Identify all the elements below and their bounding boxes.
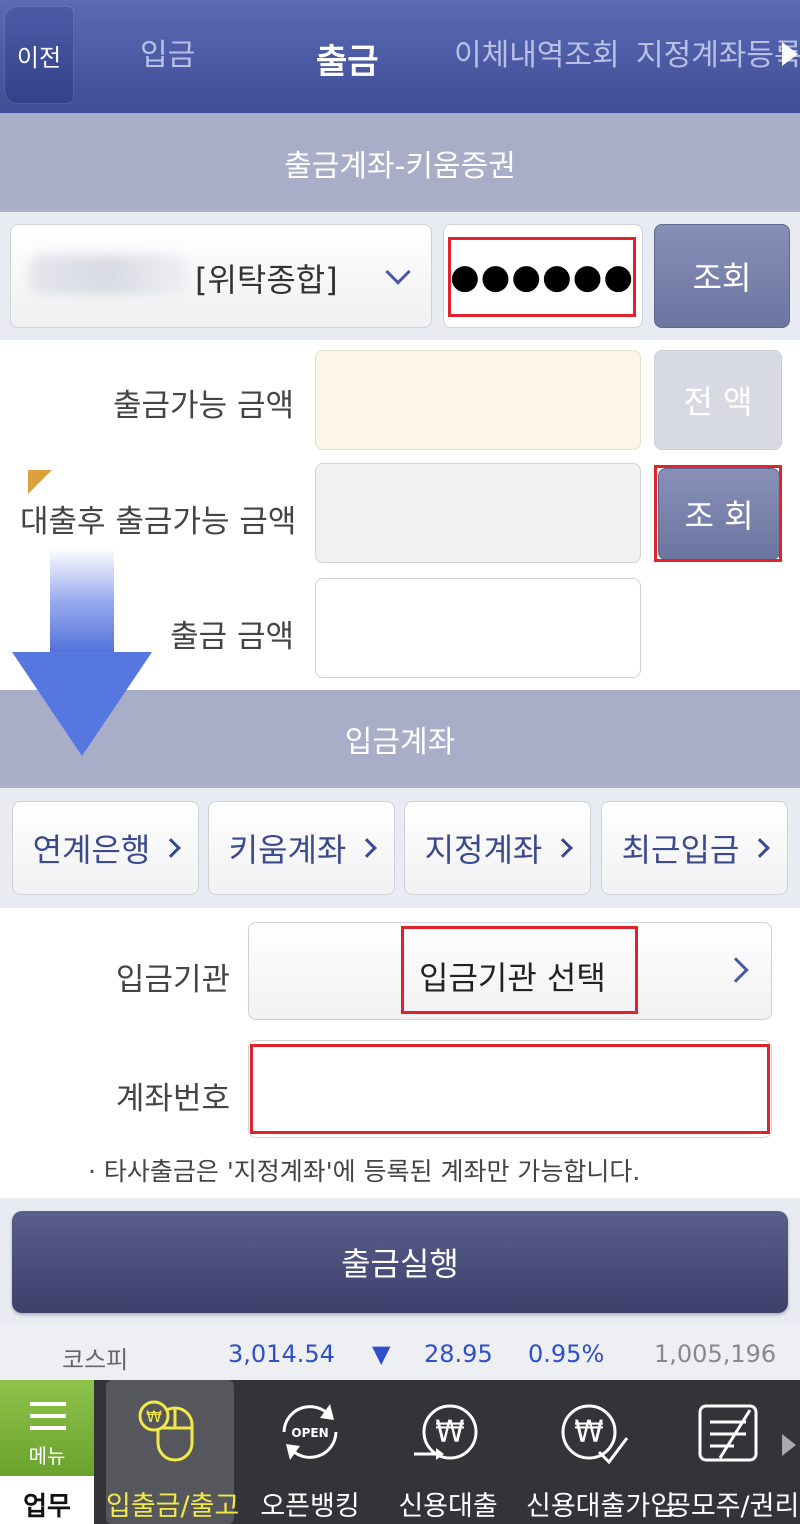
after-loan-amount-label: 대출후 출금가능 금액 — [20, 504, 297, 540]
mouse-won-icon: ₩ — [138, 1400, 194, 1462]
password-field[interactable]: ●●●●●● — [443, 224, 643, 328]
chevron-right-icon — [357, 838, 378, 858]
after-loan-amount-field — [315, 463, 641, 563]
bottom-item-label: 오픈뱅킹 — [260, 1491, 360, 1522]
tab-linked-bank-label: 연계은행 — [32, 831, 151, 869]
account-number-highlight — [250, 1044, 770, 1134]
bottom-item-ipo-rights[interactable]: 공모주/권리 — [666, 1380, 800, 1524]
chevron-right-icon — [723, 957, 749, 983]
withdraw-account-header: 출금계좌-키움증권 — [0, 113, 800, 212]
ticker-value: 3,014.54 — [228, 1340, 335, 1368]
bottom-item-deposit-withdraw[interactable]: ₩ 입출금/출고 — [106, 1380, 240, 1524]
institution-highlight — [401, 926, 638, 1014]
won-arrow-icon: ₩ — [414, 1404, 478, 1460]
account-type-label: [위탁종합] — [195, 261, 338, 299]
scroll-right-icon[interactable] — [782, 42, 798, 66]
tab-deposit[interactable]: 입금 — [140, 30, 195, 74]
svg-text:₩: ₩ — [146, 1407, 162, 1426]
chevron-down-icon — [385, 259, 411, 285]
tab-kiwoom-account[interactable]: 키움계좌 — [208, 801, 395, 895]
document-edit-icon — [698, 1404, 758, 1462]
tab-recent-deposit-label: 최근입금 — [621, 831, 740, 869]
tab-transfer-history[interactable]: 이체내역조회 — [454, 30, 620, 74]
full-amount-button[interactable]: 전 액 — [654, 350, 782, 450]
available-amount-label: 출금가능 금액 — [113, 388, 294, 424]
bottom-item-open-banking[interactable]: OPEN 오픈뱅킹 — [246, 1380, 374, 1524]
menu-cell[interactable]: 메뉴 업무 — [0, 1380, 94, 1524]
down-triangle-icon: ▼ — [372, 1340, 391, 1368]
corner-marker-icon — [28, 470, 52, 494]
bottom-item-label: 신용대출가입 — [526, 1491, 676, 1522]
password-mask: ●●●●●● — [450, 257, 635, 297]
tab-kiwoom-account-label: 키움계좌 — [228, 831, 347, 869]
bottom-item-label: 신용대출 — [398, 1491, 498, 1522]
bottom-toolbar: 메뉴 업무 ₩ 입출금/출고 OPEN 오픈뱅킹 ₩ 신용대출 ₩ 신용대출가입… — [0, 1380, 800, 1524]
svg-text:₩: ₩ — [574, 1415, 604, 1450]
chevron-right-icon — [161, 838, 182, 858]
scroll-right-icon[interactable] — [782, 1434, 796, 1456]
work-label: 업무 — [23, 1492, 71, 1522]
account-number-label: 계좌번호 — [115, 1081, 230, 1117]
open-icon-text: OPEN — [291, 1426, 328, 1440]
tab-linked-bank[interactable]: 연계은행 — [12, 801, 199, 895]
bottom-item-label: 입출금/출고 — [106, 1491, 240, 1522]
svg-text:₩: ₩ — [435, 1415, 465, 1450]
tab-withdraw[interactable]: 출금 — [316, 34, 379, 83]
tab-recent-deposit[interactable]: 최근입금 — [601, 801, 788, 895]
hamburger-icon — [30, 1402, 66, 1406]
top-nav: 이전 입금 출금 이체내역조회 지정계좌등록 — [0, 0, 800, 113]
bottom-item-credit-loan[interactable]: ₩ 신용대출 — [384, 1380, 512, 1524]
tab-designated-account[interactable]: 지정계좌 — [404, 801, 591, 895]
password-highlight: ●●●●●● — [448, 237, 636, 317]
ticker-change-pct: 0.95% — [528, 1340, 605, 1368]
blurred-account-number — [29, 255, 189, 295]
tab-designated-account-label: 지정계좌 — [424, 831, 543, 869]
notice-text: · 타사출금은 '지정계좌'에 등록된 계좌만 가능합니다. — [88, 1157, 641, 1186]
market-ticker: 코스피 3,014.54 ▼ 28.95 0.95% 1,005,196 — [0, 1326, 800, 1380]
menu-button[interactable]: 메뉴 — [0, 1380, 94, 1476]
query-button[interactable]: 조회 — [654, 224, 790, 328]
won-check-icon: ₩ — [561, 1404, 629, 1465]
ticker-change: 28.95 — [424, 1340, 493, 1368]
chevron-right-icon — [750, 838, 771, 858]
down-arrow-icon — [12, 548, 152, 756]
ticker-name: 코스피 — [62, 1346, 129, 1374]
institution-label: 입금기관 — [115, 962, 230, 998]
available-amount-field — [315, 350, 641, 450]
chevron-right-icon — [553, 838, 574, 858]
withdraw-amount-input[interactable] — [315, 578, 641, 678]
query-highlight — [654, 465, 782, 562]
bottom-item-credit-loan-signup[interactable]: ₩ 신용대출가입 — [526, 1380, 676, 1524]
open-refresh-icon: OPEN — [282, 1404, 338, 1460]
back-button[interactable]: 이전 — [4, 6, 74, 104]
bottom-item-label: 공모주/권리 — [666, 1491, 800, 1522]
menu-label: 메뉴 — [28, 1444, 66, 1468]
account-select[interactable]: [위탁종합] — [10, 224, 432, 328]
ticker-volume: 1,005,196 — [654, 1340, 777, 1368]
execute-withdraw-button[interactable]: 출금실행 — [12, 1211, 788, 1313]
tab-register-account[interactable]: 지정계좌등록 — [636, 30, 800, 74]
